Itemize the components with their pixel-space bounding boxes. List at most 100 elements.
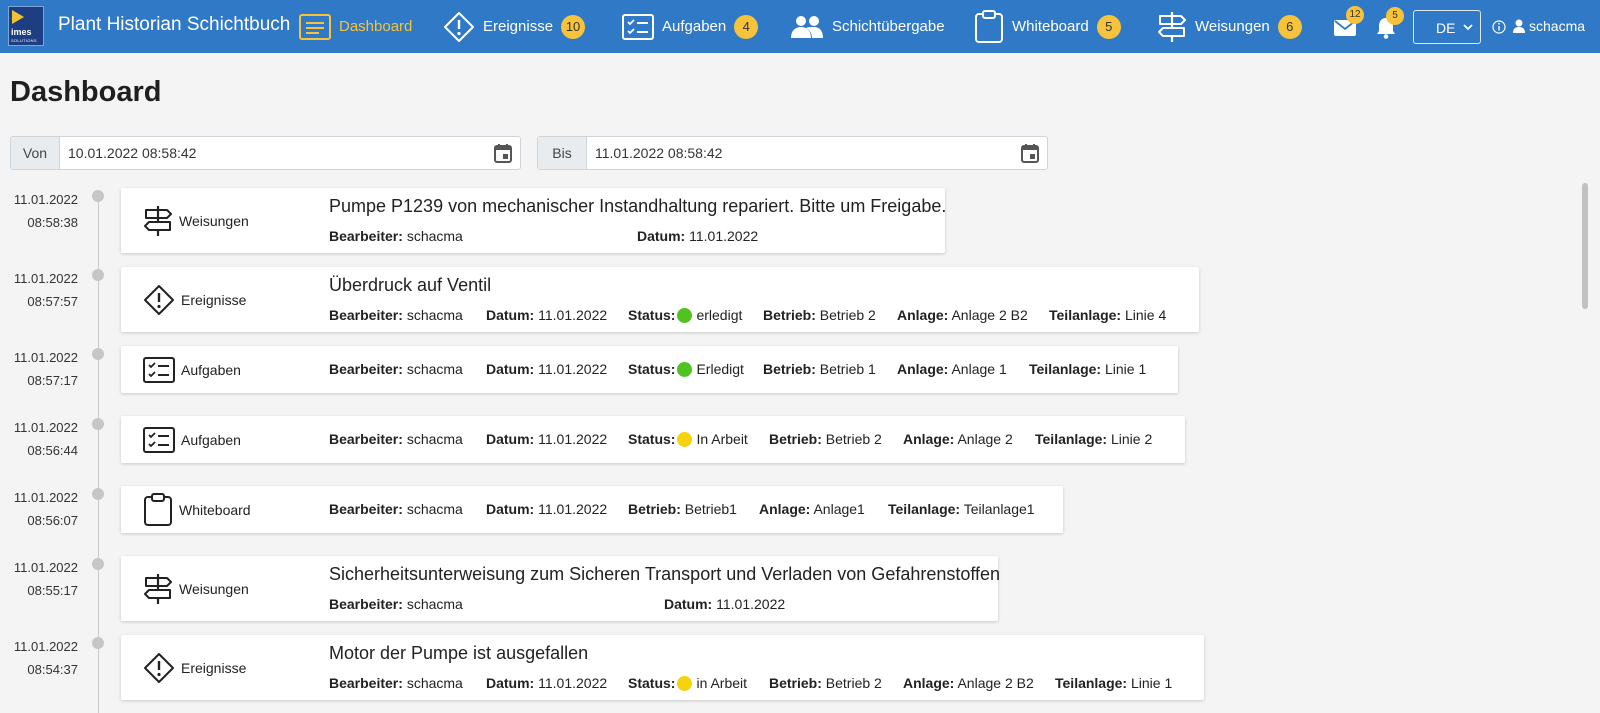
user-name: schacma xyxy=(1529,18,1586,34)
entry-date: 11.01.2022 xyxy=(13,560,78,575)
entry-card[interactable]: Aufgaben Bearbeiter: schacma Datum: 11.0… xyxy=(121,416,1185,463)
status-indicator xyxy=(677,362,693,377)
bearbeiter-value: schacma xyxy=(406,596,463,612)
entry-category: Whiteboard xyxy=(143,486,251,533)
teilanlage-label: Teilanlage: xyxy=(1049,307,1122,323)
list-icon xyxy=(299,13,331,40)
notifications-count-badge: 5 xyxy=(1386,7,1404,25)
nav-ereignisse-label: Ereignisse xyxy=(483,18,554,35)
entry-card[interactable]: Ereignisse Überdruck auf Ventil Bearbeit… xyxy=(121,267,1199,332)
app-title[interactable]: Plant Historian Schichtbuch xyxy=(58,14,290,36)
status-label: Status: xyxy=(628,675,676,691)
nav-whiteboard-label: Whiteboard xyxy=(1012,18,1089,35)
entry-time: 08:55:17 xyxy=(27,583,78,598)
entry-card[interactable]: Weisungen Sicherheitsunterweisung zum Si… xyxy=(121,556,1001,621)
user-menu[interactable]: schacma xyxy=(1513,18,1585,34)
betrieb-value: Betrieb 2 xyxy=(819,307,876,323)
bearbeiter-value: schacma xyxy=(406,501,463,517)
notifications-button[interactable]: 5 xyxy=(1376,7,1404,39)
entry-card[interactable]: Weisungen Pumpe P1239 von mechanischer I… xyxy=(121,188,947,253)
datum-label: Datum: xyxy=(637,228,686,244)
calendar-icon xyxy=(1021,144,1039,163)
info-icon[interactable] xyxy=(1492,20,1506,34)
date-from-label: Von xyxy=(11,137,60,169)
datum-label: Datum: xyxy=(664,596,713,612)
mail-count-badge: 12 xyxy=(1346,6,1364,24)
entry-time: 08:56:07 xyxy=(27,513,78,528)
datum-value: 11.01.2022 xyxy=(538,675,608,691)
anlage-value: Anlage 2 B2 xyxy=(951,307,1028,323)
anlage-label: Anlage: xyxy=(897,361,949,377)
entry-category: Aufgaben xyxy=(143,346,241,393)
bearbeiter-label: Bearbeiter: xyxy=(329,596,403,612)
entry-time: 08:54:37 xyxy=(27,662,78,677)
nav-dashboard[interactable]: Dashboard xyxy=(299,0,412,53)
imes-logo[interactable]: imes SOLUTIONS xyxy=(8,6,44,46)
status-label: Status: xyxy=(628,431,676,447)
warning-diamond-icon xyxy=(144,284,174,315)
teilanlage-value: Linie 1 xyxy=(1104,361,1147,377)
teilanlage-value: Linie 2 xyxy=(1110,431,1153,447)
anlage-value: Anlage 2 xyxy=(957,431,1013,447)
nav-weisungen-label: Weisungen xyxy=(1195,18,1270,35)
betrieb-value: Betrieb 2 xyxy=(825,675,882,691)
logo-subtext: SOLUTIONS xyxy=(11,38,37,43)
betrieb-label: Betrieb: xyxy=(763,361,816,377)
aufgaben-count-badge: 4 xyxy=(734,14,759,39)
entry-timestamp: 11.01.2022 08:56:07 xyxy=(0,486,78,532)
vertical-scrollbar[interactable] xyxy=(1582,183,1588,309)
timeline-dot xyxy=(92,488,104,500)
timeline-dot xyxy=(92,637,104,649)
language-select[interactable]: DE xyxy=(1413,10,1481,44)
entry-card[interactable]: Whiteboard Bearbeiter: schacma Datum: 11… xyxy=(121,486,1063,533)
warning-diamond-icon xyxy=(144,652,174,683)
entry-timestamp: 11.01.2022 08:54:37 xyxy=(0,635,78,681)
nav-whiteboard[interactable]: Whiteboard 5 xyxy=(974,0,1121,53)
warning-diamond-icon xyxy=(444,11,474,42)
nav-ereignisse[interactable]: Ereignisse 10 xyxy=(443,0,586,53)
timeline-dot xyxy=(92,348,104,360)
entry-title: Überdruck auf Ventil xyxy=(329,275,492,295)
entry-time: 08:57:17 xyxy=(27,373,78,388)
entry-timestamp: 11.01.2022 08:56:44 xyxy=(0,416,78,462)
date-to-calendar-button[interactable] xyxy=(1013,137,1047,169)
status-value: In Arbeit xyxy=(696,431,748,447)
anlage-value: Anlage1 xyxy=(813,501,865,517)
entry-category: Aufgaben xyxy=(143,416,241,463)
bearbeiter-value: schacma xyxy=(406,431,463,447)
datum-label: Datum: xyxy=(486,307,535,323)
datum-label: Datum: xyxy=(486,675,535,691)
language-value: DE xyxy=(1436,20,1456,36)
anlage-label: Anlage: xyxy=(759,501,811,517)
entry-category-label: Aufgaben xyxy=(181,431,241,448)
nav-weisungen[interactable]: Weisungen 6 xyxy=(1157,0,1302,53)
status-indicator xyxy=(677,308,693,323)
entry-timestamp: 11.01.2022 08:55:17 xyxy=(0,556,78,602)
teilanlage-label: Teilanlage: xyxy=(888,501,961,517)
bearbeiter-value: schacma xyxy=(406,361,463,377)
date-from-input[interactable] xyxy=(60,137,486,169)
anlage-label: Anlage: xyxy=(903,431,955,447)
date-to-group: Bis xyxy=(537,136,1048,170)
nav-aufgaben[interactable]: Aufgaben 4 xyxy=(622,0,759,53)
datum-value: 11.01.2022 xyxy=(689,228,759,244)
betrieb-label: Betrieb: xyxy=(763,307,816,323)
entry-date: 11.01.2022 xyxy=(13,271,78,286)
entry-card[interactable]: Aufgaben Bearbeiter: schacma Datum: 11.0… xyxy=(121,346,1178,393)
entry-title: Sicherheitsunterweisung zum Sicheren Tra… xyxy=(329,564,1001,584)
nav-schichtuebergabe[interactable]: Schichtübergabe xyxy=(790,0,945,53)
entry-card[interactable]: Ereignisse Motor der Pumpe ist ausgefall… xyxy=(121,635,1204,700)
mail-button[interactable]: 12 xyxy=(1334,6,1364,38)
entry-category-label: Weisungen xyxy=(179,212,249,229)
entry-date: 11.01.2022 xyxy=(13,639,78,654)
entry-date: 11.01.2022 xyxy=(13,192,78,207)
datum-value: 11.01.2022 xyxy=(538,501,608,517)
teilanlage-label: Teilanlage: xyxy=(1029,361,1102,377)
timeline-dot xyxy=(92,190,104,202)
bearbeiter-label: Bearbeiter: xyxy=(329,431,403,447)
bearbeiter-value: schacma xyxy=(406,307,463,323)
entry-title: Pumpe P1239 von mechanischer Instandhalt… xyxy=(329,196,947,216)
date-to-input[interactable] xyxy=(587,137,1013,169)
bearbeiter-label: Bearbeiter: xyxy=(329,501,403,517)
date-from-calendar-button[interactable] xyxy=(486,137,520,169)
